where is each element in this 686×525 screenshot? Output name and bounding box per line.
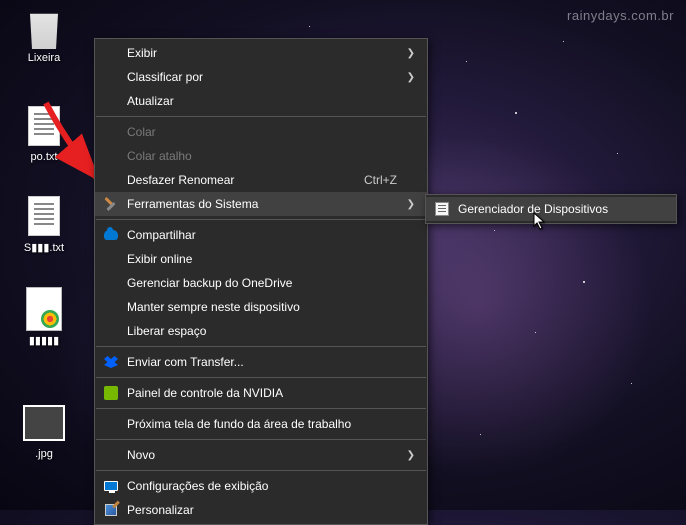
- desktop-icon-img[interactable]: .jpg: [8, 402, 80, 460]
- chevron-right-icon: ❯: [407, 72, 415, 83]
- menu-item-label: Exibir online: [127, 252, 192, 266]
- desktop-icon-label: po.txt: [8, 151, 80, 163]
- chevron-right-icon: ❯: [407, 199, 415, 210]
- menu-item[interactable]: Próxima tela de fundo da área de trabalh…: [95, 412, 427, 436]
- menu-item[interactable]: Desfazer Renomear Ctrl+Z: [95, 168, 427, 192]
- chevron-right-icon: ❯: [407, 450, 415, 461]
- desktop-icon-txt[interactable]: S▮▮▮.txt: [8, 195, 80, 254]
- menu-separator: [96, 377, 426, 378]
- menu-item[interactable]: Atualizar: [95, 89, 427, 113]
- menu-item[interactable]: Classificar por ❯: [95, 65, 427, 89]
- menu-item-label: Desfazer Renomear: [127, 173, 234, 187]
- desktop-context-menu: Exibir ❯ Classificar por ❯ Atualizar Colar Col…: [94, 38, 428, 525]
- menu-item[interactable]: Exibir ❯: [95, 41, 427, 65]
- menu-item-label: Gerenciar backup do OneDrive: [127, 276, 292, 290]
- menu-item-label: Personalizar: [127, 503, 194, 517]
- watermark-text: rainydays.com.br: [567, 8, 674, 23]
- menu-item-label: Classificar por: [127, 70, 203, 84]
- dropbox-icon: [103, 354, 119, 370]
- menu-item-label: Liberar espaço: [127, 324, 206, 338]
- devmgr-icon: [434, 201, 450, 217]
- txt-icon: [23, 105, 65, 147]
- menu-item[interactable]: Manter sempre neste dispositivo: [95, 295, 427, 319]
- doc-icon: [23, 288, 65, 330]
- menu-item-label: Exibir: [127, 46, 157, 60]
- desktop-icon-label: .jpg: [8, 448, 80, 460]
- menu-item[interactable]: Liberar espaço: [95, 319, 427, 343]
- chevron-right-icon: ❯: [407, 48, 415, 59]
- onedrive-icon: [103, 227, 119, 243]
- menu-item[interactable]: Personalizar: [95, 498, 427, 522]
- menu-item-label: Próxima tela de fundo da área de trabalh…: [127, 417, 351, 431]
- desktop-icon-label: S▮▮▮.txt: [8, 241, 80, 254]
- display-icon: [103, 478, 119, 494]
- menu-item-label: Atualizar: [127, 94, 174, 108]
- menu-separator: [96, 116, 426, 117]
- nvidia-icon: [103, 385, 119, 401]
- recycle-bin-icon: [23, 6, 65, 48]
- menu-item: Colar: [95, 120, 427, 144]
- menu-item[interactable]: Gerenciar backup do OneDrive: [95, 271, 427, 295]
- desktop-icon-txt[interactable]: po.txt: [8, 105, 80, 163]
- menu-shortcut: Ctrl+Z: [364, 173, 397, 187]
- menu-item: Colar atalho: [95, 144, 427, 168]
- menu-item-label: Gerenciador de Dispositivos: [458, 202, 608, 216]
- img-icon: [23, 402, 65, 444]
- system-tools-submenu: Gerenciador de Dispositivos: [425, 194, 677, 224]
- desktop-icon-recycle-bin[interactable]: Lixeira: [8, 6, 80, 64]
- menu-item[interactable]: Ferramentas do Sistema ❯: [95, 192, 427, 216]
- menu-item-label: Configurações de exibição: [127, 479, 268, 493]
- menu-item-label: Enviar com Transfer...: [127, 355, 244, 369]
- menu-separator: [96, 470, 426, 471]
- menu-separator: [96, 408, 426, 409]
- menu-item[interactable]: Painel de controle da NVIDIA: [95, 381, 427, 405]
- menu-item[interactable]: Novo ❯: [95, 443, 427, 467]
- desktop-icon-doc[interactable]: ▮▮▮▮▮: [8, 288, 80, 347]
- menu-item[interactable]: Exibir online: [95, 247, 427, 271]
- tools-icon: [103, 196, 119, 212]
- desktop-icon-label: ▮▮▮▮▮: [8, 334, 80, 347]
- menu-item-label: Painel de controle da NVIDIA: [127, 386, 283, 400]
- menu-item-label: Compartilhar: [127, 228, 196, 242]
- menu-item-label: Novo: [127, 448, 155, 462]
- menu-item-label: Colar: [127, 125, 156, 139]
- menu-item-label: Manter sempre neste dispositivo: [127, 300, 300, 314]
- menu-item-label: Colar atalho: [127, 149, 192, 163]
- menu-separator: [96, 219, 426, 220]
- menu-separator: [96, 439, 426, 440]
- personalize-icon: [103, 502, 119, 518]
- menu-item[interactable]: Configurações de exibição: [95, 474, 427, 498]
- txt-icon: [23, 195, 65, 237]
- desktop-icon-label: Lixeira: [8, 52, 80, 64]
- menu-item[interactable]: Enviar com Transfer...: [95, 350, 427, 374]
- menu-separator: [96, 346, 426, 347]
- menu-item-label: Ferramentas do Sistema: [127, 197, 258, 211]
- menu-item[interactable]: Compartilhar: [95, 223, 427, 247]
- menu-item[interactable]: Gerenciador de Dispositivos: [426, 197, 676, 221]
